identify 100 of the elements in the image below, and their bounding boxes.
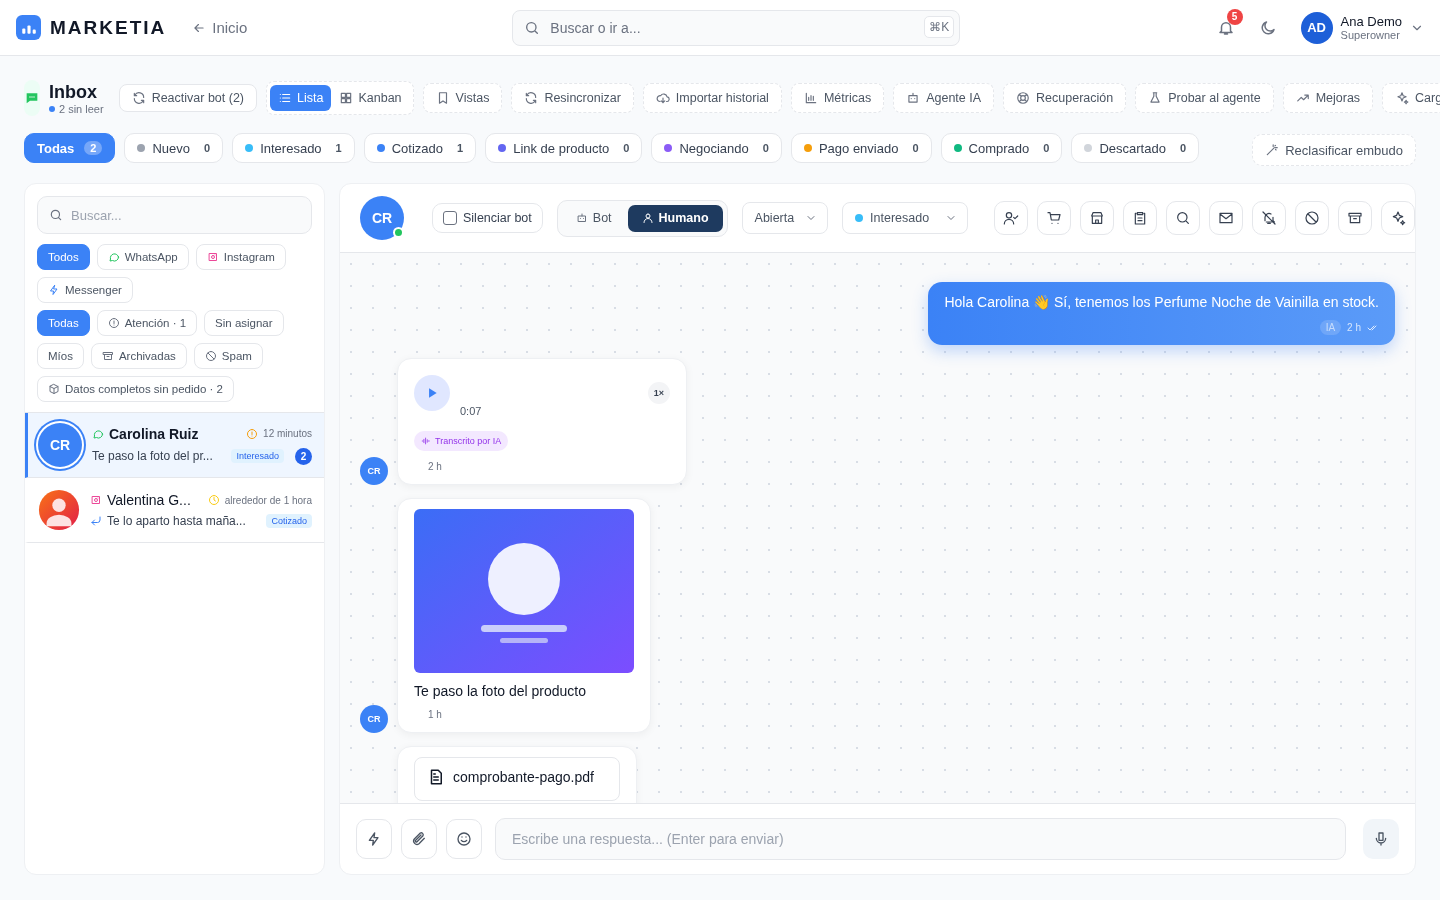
ai-badge: IA	[1319, 320, 1342, 335]
stage-count: 0	[623, 142, 630, 154]
ai-button[interactable]	[1381, 201, 1415, 235]
clipboard-button[interactable]	[1123, 201, 1157, 235]
stage-count: 1	[335, 142, 342, 154]
channel-filter[interactable]: Messenger	[37, 277, 133, 303]
attach-button[interactable]	[401, 819, 437, 859]
clipboard-icon	[1132, 210, 1148, 226]
shortcut-key: ⌘K	[924, 15, 955, 38]
stage-count: 2	[84, 141, 103, 155]
reply-field[interactable]: Escribe una respuesta... (Enter para enviar)	[495, 818, 1346, 860]
stage-filter[interactable]: Comprado 0	[940, 133, 1063, 163]
smile-icon	[456, 831, 472, 847]
stage-filter[interactable]: Pago enviado 0	[790, 133, 932, 163]
status-dropdown[interactable]: Abierta	[741, 202, 829, 234]
reactivate-bot-button[interactable]: Reactivar bot (2)	[118, 84, 258, 112]
block-button[interactable]	[1295, 201, 1329, 235]
toolbar-button[interactable]: Métricas	[790, 83, 885, 113]
mail-button[interactable]	[1209, 201, 1243, 235]
message-preview: Te lo aparto hasta maña...	[107, 514, 247, 528]
conversation-search-field[interactable]: Buscar...	[37, 196, 312, 234]
toolbar-button[interactable]: Vistas	[422, 83, 503, 113]
mode-tab[interactable]: Humano	[627, 204, 723, 232]
microphone-icon	[1373, 831, 1389, 847]
toolbar-button[interactable]: Resincronizar	[511, 83, 634, 113]
alert-icon	[246, 427, 259, 440]
status-filter[interactable]: Archivadas	[90, 343, 187, 369]
package-icon	[48, 383, 60, 395]
view-tab[interactable]: Lista	[270, 85, 332, 111]
stage-filter[interactable]: Link de producto 0	[485, 133, 643, 163]
lifebuoy-icon	[1016, 91, 1031, 105]
moon-icon	[1258, 18, 1277, 37]
stage-filter[interactable]: Todas 2	[24, 133, 116, 163]
mail-icon	[1218, 210, 1234, 226]
archive-icon	[101, 350, 114, 362]
checkbox[interactable]	[443, 211, 457, 225]
status-filter[interactable]: Sin asignar	[204, 310, 284, 336]
brand-name: MARKETIA	[50, 16, 167, 39]
audio-duration: 0:07	[460, 405, 483, 417]
status-filter[interactable]: Datos completos sin pedido · 2	[37, 376, 234, 402]
inbox-icon	[24, 80, 40, 116]
channel-filter[interactable]: Instagram	[195, 244, 286, 270]
status-filter[interactable]: Spam	[193, 343, 263, 369]
channel-filter[interactable]: Todos	[37, 244, 90, 270]
message-text: Te paso la foto del producto	[414, 683, 586, 699]
stage-count: 0	[762, 142, 769, 154]
channel-filter[interactable]: WhatsApp	[96, 244, 189, 270]
contact-avatar: CR	[360, 457, 388, 485]
logo-icon	[16, 15, 41, 40]
stage-filter[interactable]: Negociando 0	[651, 133, 782, 163]
stage-filter[interactable]: Nuevo 0	[124, 133, 224, 163]
status-filter[interactable]: Míos	[37, 343, 84, 369]
toolbar-button[interactable]: Recuperación	[1003, 83, 1127, 113]
cart-button[interactable]	[1037, 201, 1071, 235]
status-filter[interactable]: Atención · 1	[96, 310, 198, 336]
trend-icon	[1295, 91, 1310, 105]
view-tab[interactable]: Kanban	[331, 85, 410, 111]
contact-name: Valentina G...	[107, 492, 192, 508]
toolbar-button[interactable]: Agente IA	[893, 83, 995, 113]
quick-reply-button[interactable]	[356, 819, 392, 859]
home-link[interactable]: Inicio	[192, 19, 248, 36]
robot-icon	[906, 91, 921, 105]
playback-speed-button[interactable]: 1×	[648, 382, 670, 404]
mute-notifications-button[interactable]	[1252, 201, 1286, 235]
voice-button[interactable]	[1363, 819, 1399, 859]
store-button[interactable]	[1080, 201, 1114, 235]
user-avatar: AD	[1300, 11, 1333, 44]
contact-avatar: CR	[360, 705, 388, 733]
unread-count: 2 sin leer	[49, 102, 104, 115]
play-button[interactable]	[414, 375, 450, 411]
toolbar-button[interactable]: Importar historial	[642, 83, 782, 113]
conversation-item[interactable]: CR Carolina Ruiz 12 minutos Te paso la foto del pr... Interesado 2	[25, 413, 324, 478]
list-icon	[278, 91, 293, 105]
conversation-item[interactable]: Valentina G... alrededor de 1 hora Te lo aparto hasta maña... Cotizado	[25, 478, 324, 543]
archive-button[interactable]	[1338, 201, 1372, 235]
emoji-button[interactable]	[446, 819, 482, 859]
assign-button[interactable]	[994, 201, 1028, 235]
mode-tab[interactable]: Bot	[561, 204, 626, 232]
search-button[interactable]	[1166, 201, 1200, 235]
robot-icon	[575, 212, 588, 224]
archive-icon	[1347, 210, 1363, 226]
contact-avatar: CR	[360, 196, 404, 240]
reclassify-button[interactable]: Reclasificar embudo	[1252, 134, 1416, 166]
toolbar-button[interactable]: Mejoras	[1282, 83, 1374, 113]
user-name: Ana Demo	[1340, 14, 1402, 29]
stage-filter[interactable]: Interesado 1	[232, 133, 355, 163]
file-name: comprobante-pago.pdf	[453, 769, 594, 785]
mute-bot-toggle[interactable]: Silenciar bot	[432, 203, 543, 233]
toolbar-button[interactable]: Probar al agente	[1135, 83, 1274, 113]
stage-count: 0	[912, 142, 919, 154]
message-preview: Te paso la foto del pr...	[92, 449, 214, 463]
stage-count: 0	[1043, 142, 1050, 154]
stage-filter[interactable]: Cotizado 1	[363, 133, 477, 163]
stage-dropdown[interactable]: Interesado	[842, 202, 968, 234]
contact-name: Carolina Ruiz	[109, 425, 200, 442]
sparkles-icon	[1395, 91, 1410, 105]
stage-filter[interactable]: Descartado 0	[1071, 133, 1199, 163]
status-filter[interactable]: Todas	[37, 310, 90, 336]
message-time: 2 h	[428, 461, 442, 472]
file-attachment[interactable]: comprobante-pago.pdf	[414, 757, 620, 801]
